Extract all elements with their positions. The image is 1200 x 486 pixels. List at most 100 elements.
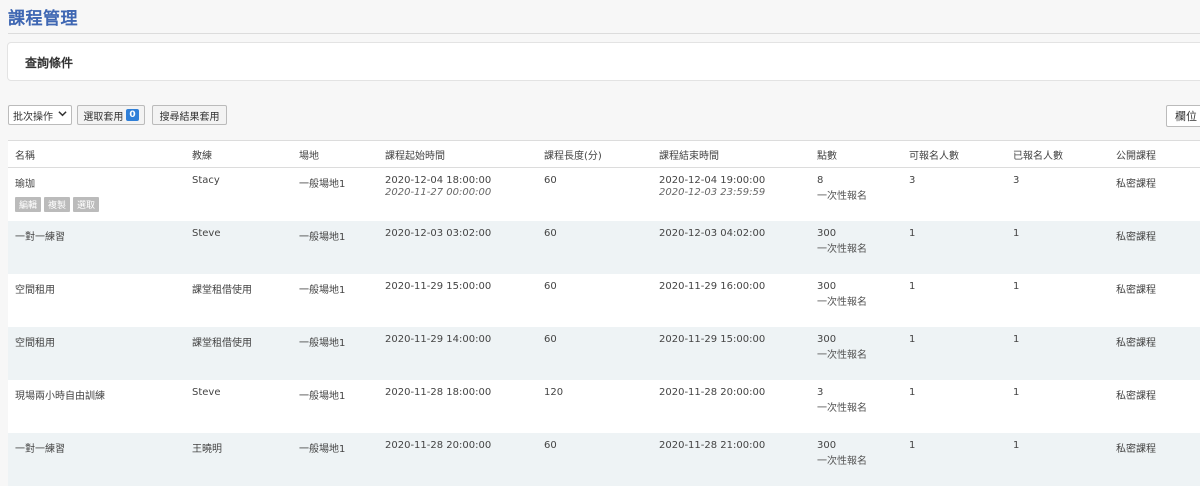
name-value[interactable]: 空間租用 <box>15 285 55 296</box>
cell-points: 300 一次性報名 <box>810 326 902 380</box>
enrolled-value: 1 <box>1013 227 1020 239</box>
cell-enrolled: 1 <box>1006 273 1109 327</box>
cell-coach: 課堂租借使用 <box>185 273 292 327</box>
cell-end: 2020-12-04 19:00:00 2020-12-03 23:59:59 <box>652 167 810 221</box>
venue-value: 一般場地1 <box>299 231 346 243</box>
cell-length: 60 <box>537 326 652 380</box>
column-header[interactable]: 公開課程 <box>1109 140 1200 168</box>
end-sub-value: 2020-12-03 23:59:59 <box>659 187 766 198</box>
column-header[interactable]: 點數 <box>810 140 902 168</box>
selected-count-badge: 0 <box>126 109 139 121</box>
cell-length: 60 <box>537 220 652 274</box>
public-value: 私密課程 <box>1116 390 1156 402</box>
cell-public: 私密課程 <box>1109 379 1200 433</box>
name-value[interactable]: 一對一練習 <box>15 232 65 243</box>
cell-start: 2020-11-29 15:00:00 <box>378 273 537 327</box>
column-header[interactable]: 名稱 <box>8 140 185 168</box>
cell-venue: 一般場地1 <box>292 432 378 486</box>
cell-coach: Steve <box>185 220 292 274</box>
length-value: 120 <box>544 386 564 398</box>
coach-value: Stacy <box>192 175 220 186</box>
column-header[interactable]: 可報名人數 <box>902 140 1006 168</box>
cell-points: 3 一次性報名 <box>810 379 902 433</box>
cell-start: 2020-11-29 14:00:00 <box>378 326 537 380</box>
batch-action-label: 批次操作 <box>13 111 53 123</box>
points-value: 3 <box>817 386 824 398</box>
cell-capacity: 1 <box>902 220 1006 274</box>
cell-start: 2020-12-03 03:02:00 <box>378 220 537 274</box>
public-value: 私密課程 <box>1116 443 1156 455</box>
cell-length: 60 <box>537 432 652 486</box>
query-panel[interactable]: 查詢條件 <box>7 42 1200 81</box>
table-row[interactable]: 空間租用 課堂租借使用 一般場地1 2020-11-29 15:00:00 60 2020… <box>8 273 1200 327</box>
end-value: 2020-12-03 04:02:00 <box>659 227 766 239</box>
name-value[interactable]: 現場兩小時自由訓練 <box>15 391 105 402</box>
capacity-value: 1 <box>909 386 916 398</box>
cell-name: 瑜珈編輯 複製 選取 <box>8 167 185 221</box>
points-sub-value: 一次性報名 <box>817 191 867 202</box>
start-value: 2020-11-29 15:00:00 <box>385 280 492 292</box>
table-row[interactable]: 一對一練習 王曉明 一般場地1 2020-11-28 20:00:00 60 2020-1… <box>8 432 1200 486</box>
length-value: 60 <box>544 333 557 345</box>
table-row[interactable]: 現場兩小時自由訓練 Steve 一般場地1 2020-11-28 18:00:00 12… <box>8 379 1200 433</box>
name-value[interactable]: 瑜珈 <box>15 179 35 190</box>
cell-end: 2020-11-28 20:00:00 <box>652 379 810 433</box>
column-header[interactable]: 課程結束時間 <box>652 140 810 168</box>
column-header[interactable]: 課程長度(分) <box>537 140 652 168</box>
length-value: 60 <box>544 280 557 292</box>
page-title: 課程管理 <box>8 9 78 29</box>
cell-length: 120 <box>537 379 652 433</box>
cell-end: 2020-11-29 15:00:00 <box>652 326 810 380</box>
select-button[interactable]: 選取 <box>73 197 100 212</box>
cell-venue: 一般場地1 <box>292 326 378 380</box>
cell-public: 私密課程 <box>1109 432 1200 486</box>
cell-public: 私密課程 <box>1109 167 1200 221</box>
cell-enrolled: 1 <box>1006 379 1109 433</box>
copy-button[interactable]: 複製 <box>44 197 71 212</box>
cell-name: 現場兩小時自由訓練 <box>8 379 185 433</box>
cell-start: 2020-12-04 18:00:00 2020-11-27 00:00:00 <box>378 167 537 221</box>
apply-selected-button[interactable]: 選取套用 0 <box>77 105 145 125</box>
name-value[interactable]: 空間租用 <box>15 338 55 349</box>
end-value: 2020-11-28 20:00:00 <box>659 386 766 398</box>
table-row[interactable]: 一對一練習 Steve 一般場地1 2020-12-03 03:02:00 60 2020… <box>8 220 1200 274</box>
edit-button[interactable]: 編輯 <box>15 197 42 212</box>
columns-button[interactable]: 欄位 <box>1166 105 1200 127</box>
column-header[interactable]: 課程起始時間 <box>378 140 537 168</box>
cell-start: 2020-11-28 20:00:00 <box>378 432 537 486</box>
cell-end: 2020-11-29 16:00:00 <box>652 273 810 327</box>
row-actions: 編輯 複製 選取 <box>15 197 185 212</box>
cell-public: 私密課程 <box>1109 326 1200 380</box>
column-header[interactable]: 場地 <box>292 140 378 168</box>
cell-capacity: 3 <box>902 167 1006 221</box>
enrolled-value: 3 <box>1013 175 1020 186</box>
name-value[interactable]: 一對一練習 <box>15 444 65 455</box>
public-value: 私密課程 <box>1116 337 1156 349</box>
points-sub-value: 一次性報名 <box>817 402 867 414</box>
cell-points: 300 一次性報名 <box>810 220 902 274</box>
chevron-down-icon <box>58 109 67 121</box>
query-panel-title[interactable]: 查詢條件 <box>25 54 73 71</box>
column-header[interactable]: 已報名人數 <box>1006 140 1109 168</box>
capacity-value: 3 <box>909 175 916 186</box>
capacity-value: 1 <box>909 227 916 239</box>
cell-enrolled: 1 <box>1006 220 1109 274</box>
venue-value: 一般場地1 <box>299 443 346 455</box>
batch-action-select[interactable]: 批次操作 <box>8 105 72 125</box>
column-header[interactable]: 教練 <box>185 140 292 168</box>
capacity-value: 1 <box>909 333 916 345</box>
cell-points: 300 一次性報名 <box>810 273 902 327</box>
cell-points: 300 一次性報名 <box>810 432 902 486</box>
end-value: 2020-11-29 15:00:00 <box>659 333 766 345</box>
cell-start: 2020-11-28 18:00:00 <box>378 379 537 433</box>
cell-points: 8 一次性報名 <box>810 167 902 221</box>
cell-venue: 一般場地1 <box>292 220 378 274</box>
cell-name: 一對一練習 <box>8 220 185 274</box>
coach-value: 王曉明 <box>192 443 222 455</box>
courses-table: 名稱 教練 場地 課程起始時間 課程長度(分) 課程結束時間 點數 可報名人數 已報名人數 公開課… <box>8 140 1200 486</box>
table-row[interactable]: 瑜珈 編輯 複製 選取 Stacy 一般場地1 2020-12-04 18:00:00 202… <box>8 167 1200 221</box>
table-row[interactable]: 空間租用 課堂租借使用 一般場地1 2020-11-29 14:00:00 60 2020… <box>8 326 1200 380</box>
length-value: 60 <box>544 175 557 186</box>
apply-search-results-button[interactable]: 搜尋結果套用 <box>152 105 227 125</box>
cell-venue: 一般場地1 <box>292 379 378 433</box>
